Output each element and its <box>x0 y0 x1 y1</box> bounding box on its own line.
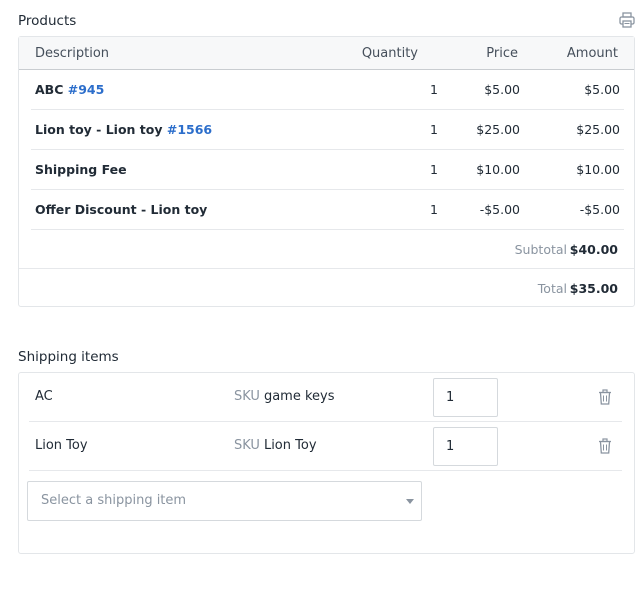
chevron-down-icon <box>406 499 414 504</box>
column-header-amount: Amount <box>566 46 618 61</box>
column-header-description: Description <box>35 46 110 61</box>
total-value: $35.00 <box>569 281 618 296</box>
table-row: Lion toy - Lion toy #1566 1 $25.00 $25.0… <box>31 110 624 150</box>
product-price: -$5.00 <box>479 202 520 217</box>
product-quantity: 1 <box>430 162 438 177</box>
product-name: Offer Discount - Lion toy <box>35 202 208 217</box>
column-header-quantity: Quantity <box>361 46 418 61</box>
quantity-input[interactable] <box>433 427 498 466</box>
product-quantity: 1 <box>430 202 438 217</box>
shipping-item-sku: SKU game keys <box>234 389 335 404</box>
product-price: $25.00 <box>476 122 520 137</box>
sku-value: Lion Toy <box>263 438 317 453</box>
column-header-price: Price <box>486 46 518 61</box>
product-price: $5.00 <box>484 82 520 97</box>
table-row: Shipping Fee 1 $10.00 $10.00 <box>31 150 624 190</box>
product-price: $10.00 <box>476 162 520 177</box>
select-placeholder: Select a shipping item <box>41 493 187 508</box>
shipping-item-sku: SKU Lion Toy <box>234 438 317 453</box>
product-quantity: 1 <box>430 122 438 137</box>
product-amount: $25.00 <box>576 122 620 137</box>
shipping-item-name: Lion Toy <box>35 438 88 453</box>
trash-icon[interactable] <box>598 438 612 454</box>
quantity-input[interactable] <box>433 378 498 417</box>
product-amount: $5.00 <box>584 82 620 97</box>
product-name: Lion toy - Lion toy #1566 <box>35 122 213 137</box>
table-row: ABC #945 1 $5.00 $5.00 <box>31 70 624 110</box>
product-quantity: 1 <box>430 82 438 97</box>
total-row: Total $35.00 <box>19 269 634 308</box>
product-name: Shipping Fee <box>35 162 127 177</box>
subtotal-value: $40.00 <box>569 242 618 257</box>
shipping-item-row: AC SKU game keys <box>29 373 622 422</box>
shipping-item-select[interactable]: Select a shipping item <box>27 481 422 521</box>
product-link[interactable]: #945 <box>68 82 105 97</box>
subtotal-row: Subtotal $40.00 <box>19 230 634 269</box>
product-amount: -$5.00 <box>579 202 620 217</box>
sku-label: SKU <box>234 389 260 404</box>
trash-icon[interactable] <box>598 389 612 405</box>
sku-label: SKU <box>234 438 260 453</box>
shipping-items-title: Shipping items <box>18 349 119 365</box>
shipping-item-name: AC <box>35 389 53 404</box>
total-label: Total <box>537 281 567 296</box>
product-name: ABC #945 <box>35 82 105 97</box>
product-amount: $10.00 <box>576 162 620 177</box>
products-title: Products <box>18 13 77 29</box>
subtotal-label: Subtotal <box>514 242 567 257</box>
products-table: Description Quantity Price Amount ABC #9… <box>18 36 635 307</box>
shipping-item-row: Lion Toy SKU Lion Toy <box>29 422 622 471</box>
sku-value: game keys <box>263 389 335 404</box>
shipping-items-panel: AC SKUgame keys Lion Toy SKULion Toy <box>18 372 635 554</box>
table-row: Offer Discount - Lion toy 1 -$5.00 -$5.0… <box>31 190 624 230</box>
printer-icon[interactable] <box>618 11 636 29</box>
table-header: Description Quantity Price Amount <box>19 37 634 70</box>
product-link[interactable]: #1566 <box>167 122 212 137</box>
